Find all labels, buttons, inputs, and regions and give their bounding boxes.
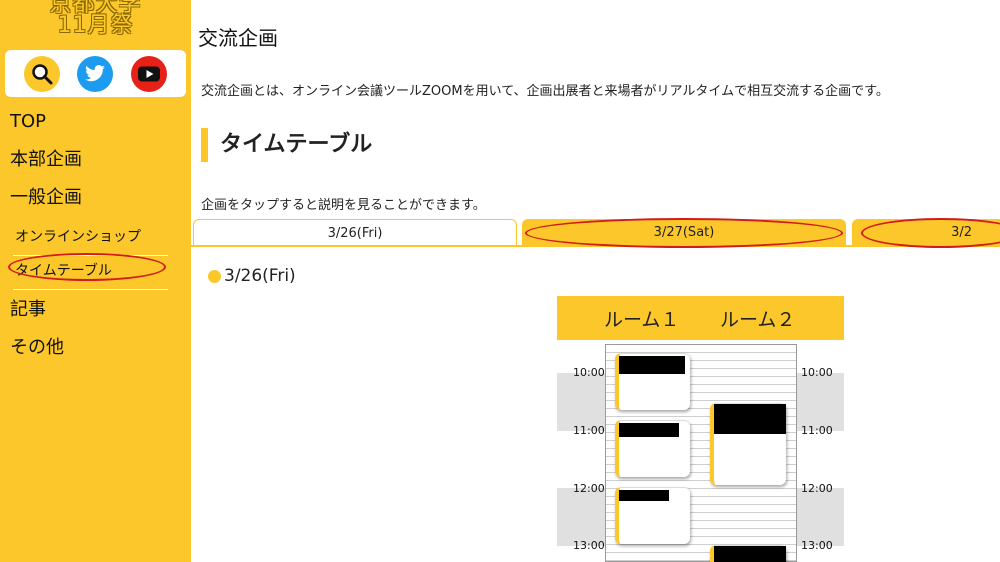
nav-honbu-kikaku[interactable]: 本部企画 [0,146,191,184]
redacted-block [714,546,786,562]
nav-sonota[interactable]: その他 [0,334,191,372]
time-label: 11:00 [573,424,605,437]
event-card[interactable] [615,487,690,544]
date-heading-text: 3/26(Fri) [224,266,296,286]
time-band [557,373,605,431]
date-tabs: 3/26(Fri) 3/27(Sat) 3/2 [191,219,1000,246]
room-2-label: ルーム２ [720,309,796,331]
tab-3-27[interactable]: 3/27(Sat) [522,219,846,246]
timetable-grid [605,344,797,562]
event-card[interactable] [710,545,786,562]
twitter-icon[interactable] [77,55,114,92]
page-title: 交流企画 [198,26,278,50]
redacted-block [619,356,685,374]
tabs-divider [191,245,1000,247]
sidebar-nav: TOP 本部企画 一般企画 オンラインショップ タイムテーブル 記事 その他 [0,108,191,372]
time-band [797,488,844,546]
subnav-online-shop[interactable]: オンラインショップ [13,222,168,256]
nav-top[interactable]: TOP [0,108,191,146]
timetable: ルーム１ ルーム２ 10:00 11:00 12:00 13:00 10:00 … [557,296,844,562]
site-logo[interactable]: 京都大学 11月祭 [0,0,191,38]
time-label: 12:00 [573,482,605,495]
time-label: 10:00 [801,366,833,379]
time-label: 10:00 [573,366,605,379]
event-card[interactable] [615,353,690,410]
time-label: 13:00 [573,539,605,552]
search-icon[interactable] [23,55,60,92]
bullet-dot [208,269,221,283]
room-1-label: ルーム１ [604,309,680,331]
hint-text: 企画をタップすると説明を見ることができます。 [201,198,486,213]
time-band [557,488,605,546]
tab-3-26[interactable]: 3/26(Fri) [193,219,517,246]
section-heading: タイムテーブル [201,128,372,162]
time-band [797,373,844,431]
main-content: 交流企画 交流企画とは、オンライン会議ツールZOOMを用いて、企画出展者と来場者… [191,0,1000,562]
time-label: 11:00 [801,424,833,437]
sidebar: 京都大学 11月祭 TOP 本部企画 一般企画 オンラインショップ タイムテーブ… [0,0,191,562]
event-card[interactable] [710,403,786,485]
intro-text: 交流企画とは、オンライン会議ツールZOOMを用いて、企画出展者と来場者がリアルタ… [201,84,889,99]
social-links [5,50,186,97]
time-label: 12:00 [801,482,833,495]
nav-ippan-kikaku[interactable]: 一般企画 [0,184,191,222]
logo-line-2: 11月祭 [57,13,134,38]
timetable-header: ルーム１ ルーム２ [557,296,844,340]
tab-3-28[interactable]: 3/2 [852,219,1000,246]
time-label: 13:00 [801,539,833,552]
subnav-timetable[interactable]: タイムテーブル [13,256,168,290]
redacted-block [619,423,679,437]
redacted-block [619,490,669,501]
event-card[interactable] [615,420,690,477]
youtube-icon[interactable] [131,55,168,92]
date-heading: 3/26(Fri) [208,266,296,286]
nav-kiji[interactable]: 記事 [0,296,191,334]
redacted-block [714,404,786,434]
